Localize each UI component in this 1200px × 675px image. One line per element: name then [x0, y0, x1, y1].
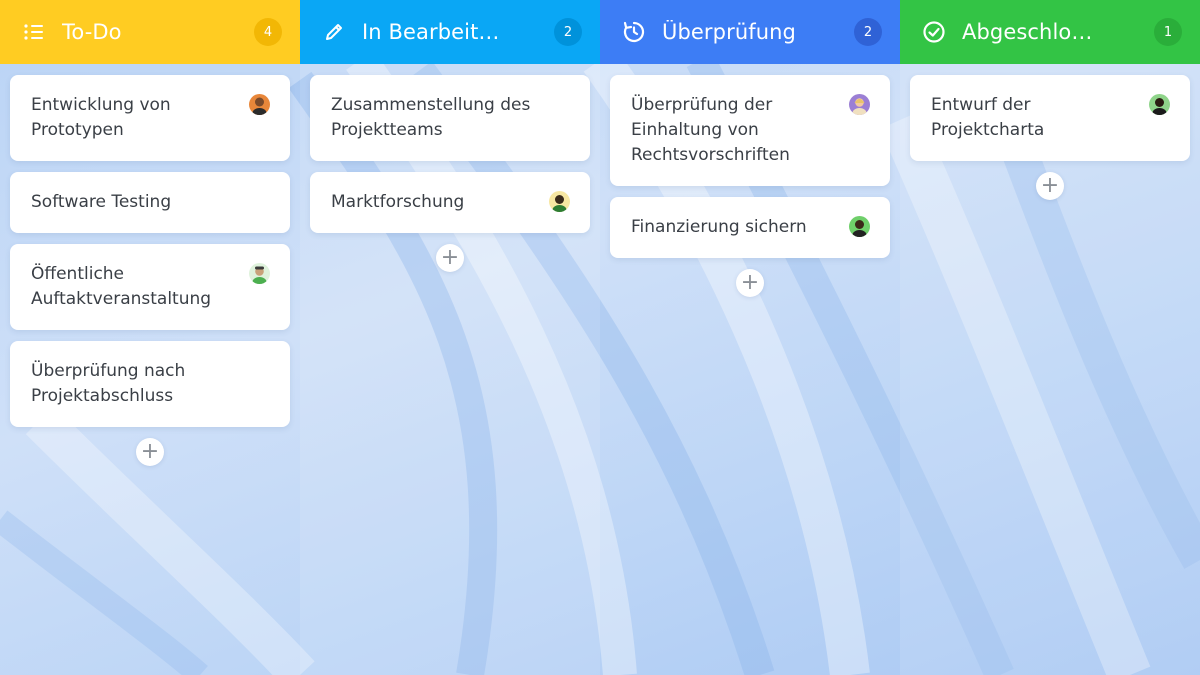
column-count-badge: 1 [1154, 18, 1182, 46]
kanban-board: To-Do 4 Entwicklung von Prototypen Softw… [0, 0, 1200, 675]
task-card-title: Entwicklung von Prototypen [31, 95, 171, 140]
list-icon [22, 20, 46, 44]
column-count-badge: 2 [554, 18, 582, 46]
task-card[interactable]: Überprüfung der Einhaltung von Rechtsvor… [610, 75, 890, 186]
add-card-button[interactable]: + [736, 269, 764, 297]
column-in-progress: In Bearbeit… 2 Zusammenstellung des Proj… [300, 0, 600, 675]
pencil-icon [322, 20, 346, 44]
task-card[interactable]: Finanzierung sichern [610, 197, 890, 258]
task-card[interactable]: Entwicklung von Prototypen [10, 75, 290, 161]
column-title: Abgeschlo… [962, 20, 1093, 44]
avatar[interactable] [249, 94, 270, 115]
task-card[interactable]: Überprüfung nach Projektabschluss [10, 341, 290, 427]
column-header-done[interactable]: Abgeschlo… 1 [900, 0, 1200, 64]
task-card[interactable]: Software Testing [10, 172, 290, 233]
task-card-title: Überprüfung der Einhaltung von Rechtsvor… [631, 95, 790, 165]
column-done: Abgeschlo… 1 Entwurf der Projektcharta + [900, 0, 1200, 675]
column-review: Überprüfung 2 Überprüfung der Einhaltung… [600, 0, 900, 675]
add-card-button[interactable]: + [136, 438, 164, 466]
column-header-todo[interactable]: To-Do 4 [0, 0, 300, 64]
task-card-title: Zusammenstellung des Projektteams [331, 95, 531, 140]
column-header-in-progress[interactable]: In Bearbeit… 2 [300, 0, 600, 64]
add-card-button[interactable]: + [436, 244, 464, 272]
task-card[interactable]: Öffentliche Auftaktveranstaltung [10, 244, 290, 330]
task-card[interactable]: Entwurf der Projektcharta [910, 75, 1190, 161]
avatar[interactable] [249, 263, 270, 284]
column-count-badge: 2 [854, 18, 882, 46]
task-card[interactable]: Zusammenstellung des Projektteams [310, 75, 590, 161]
avatar[interactable] [849, 94, 870, 115]
column-title: To-Do [62, 20, 122, 44]
add-card-button[interactable]: + [1036, 172, 1064, 200]
task-card[interactable]: Marktforschung [310, 172, 590, 233]
task-card-title: Überprüfung nach Projektabschluss [31, 361, 186, 406]
avatar[interactable] [1149, 94, 1170, 115]
task-card-title: Software Testing [31, 192, 172, 212]
column-count-badge: 4 [254, 18, 282, 46]
avatar[interactable] [549, 191, 570, 212]
check-circle-icon [922, 20, 946, 44]
column-todo: To-Do 4 Entwicklung von Prototypen Softw… [0, 0, 300, 675]
task-card-title: Finanzierung sichern [631, 217, 807, 237]
task-card-title: Öffentliche Auftaktveranstaltung [31, 264, 212, 309]
history-icon [622, 20, 646, 44]
column-title: Überprüfung [662, 20, 796, 44]
column-title: In Bearbeit… [362, 20, 500, 44]
task-card-title: Entwurf der Projektcharta [931, 95, 1045, 140]
avatar[interactable] [849, 216, 870, 237]
column-header-review[interactable]: Überprüfung 2 [600, 0, 900, 64]
task-card-title: Marktforschung [331, 192, 465, 212]
